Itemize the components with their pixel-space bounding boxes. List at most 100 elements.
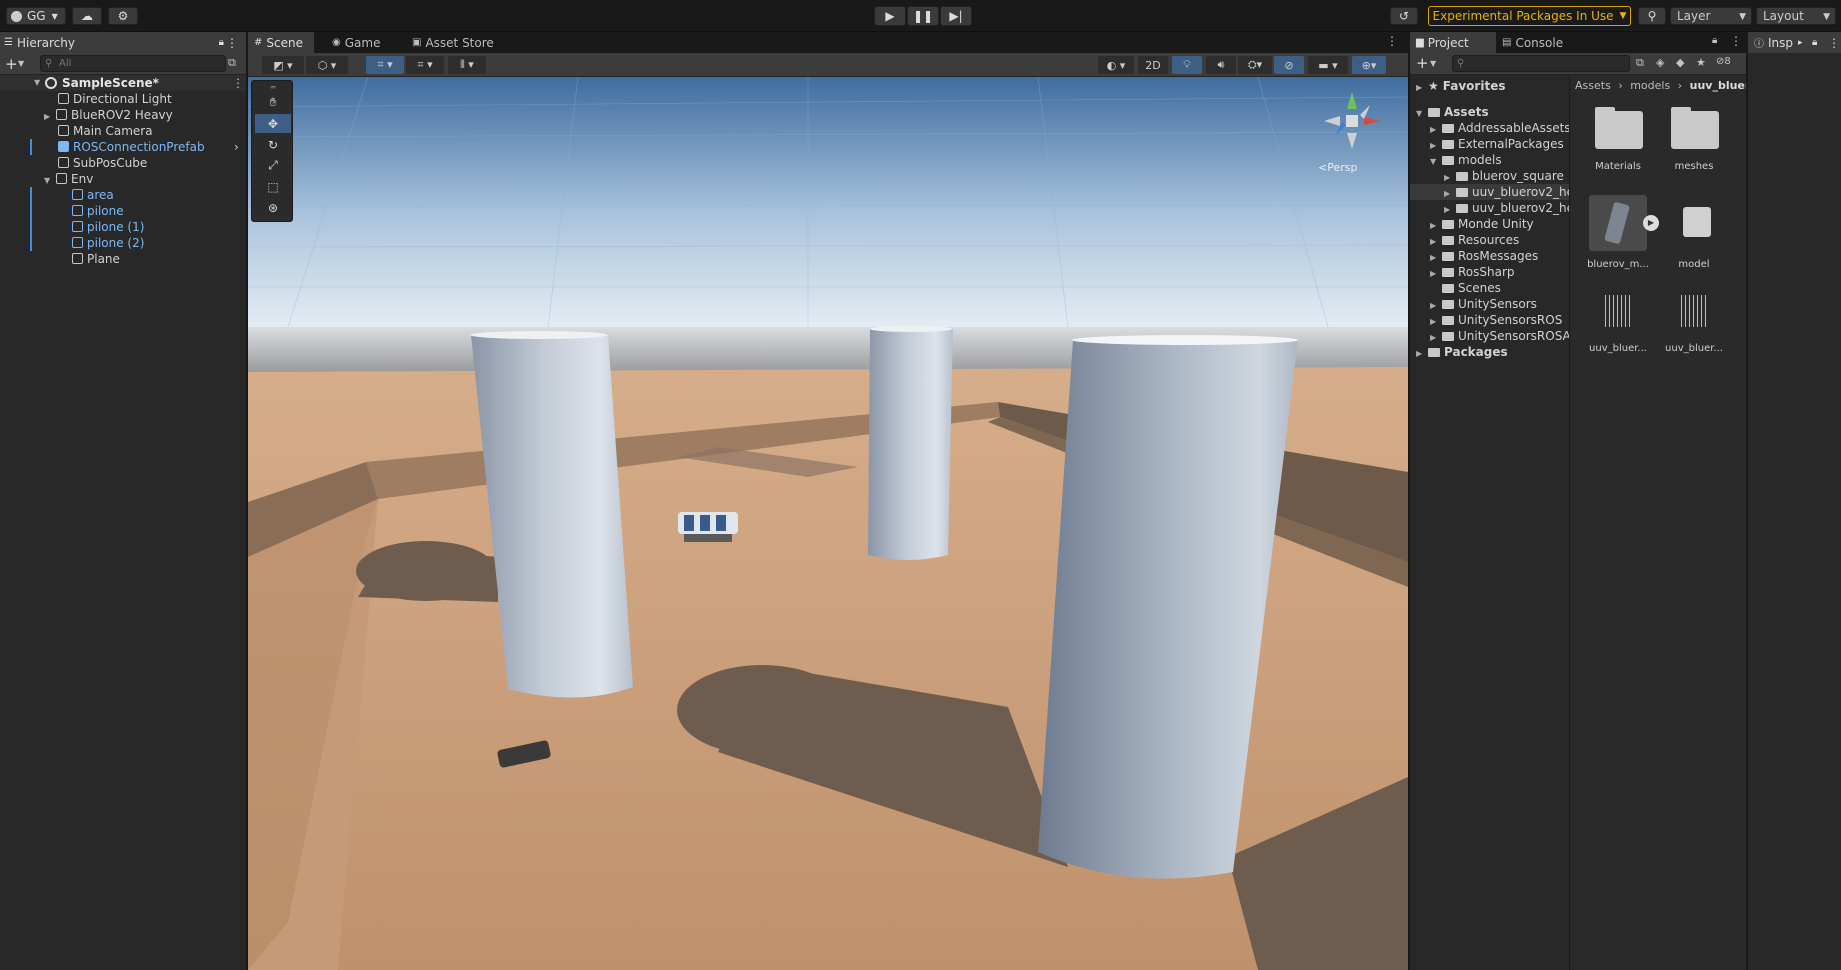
tab-hierarchy[interactable]: ☰ Hierarchy 🔒︎ ⋮: [0, 32, 246, 53]
tree-item[interactable]: ▶uuv_bluerov2_heavy: [1444, 200, 1569, 216]
lock-icon[interactable]: 🔒︎: [1812, 37, 1817, 48]
perspective-label[interactable]: <Persp: [1318, 161, 1357, 174]
camera-dropdown[interactable]: ▬ ▾: [1308, 56, 1348, 74]
audio-toggle[interactable]: 🔊︎: [1206, 56, 1236, 74]
list-item[interactable]: area: [72, 187, 114, 203]
packages-root-item[interactable]: ▶ Packages: [1416, 344, 1508, 360]
tree-item[interactable]: ▶ ExternalPackages: [1430, 136, 1564, 152]
add-icon[interactable]: +: [5, 55, 18, 73]
asset-tile[interactable]: meshes: [1659, 103, 1729, 183]
tab-asset-store[interactable]: ▣ Asset Store: [408, 32, 508, 53]
fold-open-icon[interactable]: ▼: [1416, 106, 1428, 122]
hidden-objects-toggle[interactable]: ⊘: [1274, 56, 1304, 74]
scene-row[interactable]: ▼ SampleScene* ⋮: [0, 75, 246, 91]
assets-root-item[interactable]: ▼ Assets: [1416, 104, 1489, 120]
increment-snap-dropdown[interactable]: ⌗ ▾: [406, 56, 444, 74]
fold-closed-icon[interactable]: ▶: [44, 109, 56, 125]
2d-toggle[interactable]: 2D: [1138, 56, 1168, 74]
layout-dropdown[interactable]: Layout ▼: [1756, 7, 1836, 25]
chevron-right-icon[interactable]: ›: [234, 139, 239, 155]
kebab-menu-icon[interactable]: ⋮: [1828, 36, 1840, 50]
tree-item[interactable]: ▶ Monde Unity: [1430, 216, 1534, 232]
tree-item[interactable]: ▶ Resources: [1430, 232, 1519, 248]
list-item[interactable]: Directional Light: [58, 91, 172, 107]
tab-scene[interactable]: # Scene: [248, 32, 314, 53]
breadcrumb-item[interactable]: models: [1630, 79, 1670, 92]
fold-closed-icon[interactable]: ▶: [1416, 346, 1428, 362]
tree-item[interactable]: ▶ RosSharp: [1430, 264, 1515, 280]
lighting-toggle[interactable]: 💡︎: [1172, 56, 1202, 74]
kebab-menu-icon[interactable]: ⋮: [1386, 34, 1398, 48]
project-search-input[interactable]: ⚲: [1452, 55, 1630, 72]
tab-game[interactable]: ◉ Game: [328, 32, 388, 53]
lock-icon[interactable]: 🔒︎: [1712, 35, 1717, 46]
cloud-button[interactable]: ☁: [72, 7, 102, 25]
asset-tile[interactable]: ▶ bluerov_m...: [1583, 195, 1659, 275]
render-mode-dropdown[interactable]: ◐ ▾: [1098, 56, 1134, 74]
scene-viewport[interactable]: ═ ✋︎ ✥ ↻ ⤢ ⬚ ⊛ <Persp: [248, 77, 1408, 970]
fold-open-icon[interactable]: ▼: [1430, 154, 1442, 170]
shading-dropdown[interactable]: ⬡ ▾: [306, 56, 348, 74]
play-circle-icon[interactable]: ▶: [1643, 215, 1659, 231]
rotate-tool-button[interactable]: ↻: [255, 135, 291, 154]
tree-item[interactable]: ▶AddressableAssetsData: [1430, 120, 1569, 136]
search-scope-icon[interactable]: ⧉: [1636, 56, 1644, 70]
gizmos-dropdown[interactable]: ⊕▾: [1352, 56, 1386, 74]
asset-tile[interactable]: uuv_bluer...: [1659, 285, 1729, 365]
breadcrumb-item[interactable]: uuv_bluerov2_heavy: [1690, 79, 1746, 92]
breadcrumb-item[interactable]: Assets: [1575, 79, 1611, 92]
chevron-right-icon[interactable]: ▸: [1798, 38, 1803, 48]
asset-tile[interactable]: Materials: [1583, 103, 1653, 183]
drag-handle[interactable]: ═: [255, 83, 291, 92]
draw-mode-dropdown[interactable]: ◩ ▾: [262, 56, 304, 74]
lock-icon[interactable]: 🔒︎: [219, 37, 224, 48]
effects-dropdown[interactable]: ⛭▾: [1238, 56, 1272, 74]
filter-type-icon[interactable]: ◈: [1656, 56, 1664, 69]
rect-tool-button[interactable]: ⬚: [255, 177, 291, 196]
tree-item[interactable]: ▶ UnitySensorsROS: [1430, 312, 1562, 328]
kebab-menu-icon[interactable]: ⋮: [1730, 34, 1742, 48]
list-item[interactable]: Main Camera: [58, 123, 153, 139]
tree-item-selected[interactable]: ▶uuv_bluerov2_heavy: [1444, 184, 1569, 200]
align-dropdown[interactable]: ⫴ ▾: [448, 56, 486, 74]
grid-snap-toggle[interactable]: ⌗ ▾: [366, 56, 404, 74]
asset-tile[interactable]: uuv_bluer...: [1583, 285, 1653, 365]
scale-tool-button[interactable]: ⤢: [255, 156, 291, 175]
chevron-down-icon[interactable]: ▼: [18, 59, 24, 68]
search-button[interactable]: ⚲: [1638, 7, 1666, 25]
favorite-star-icon[interactable]: ★: [1696, 56, 1706, 69]
add-icon[interactable]: +: [1416, 54, 1429, 72]
asset-tile[interactable]: model: [1659, 195, 1729, 275]
kebab-menu-icon[interactable]: ⋮: [226, 36, 238, 50]
tab-project[interactable]: ▆ Project: [1410, 32, 1496, 53]
collab-button[interactable]: ⚙: [108, 7, 138, 25]
list-item[interactable]: SubPosCube: [58, 155, 147, 171]
list-item[interactable]: Plane: [72, 251, 120, 267]
chevron-down-icon[interactable]: ▼: [1430, 59, 1436, 68]
move-tool-button[interactable]: ✥: [255, 114, 291, 133]
list-item[interactable]: ▼ Env: [44, 171, 93, 187]
layer-dropdown[interactable]: Layer ▼: [1670, 7, 1752, 25]
scene-visibility-icon[interactable]: ⧉: [228, 56, 236, 70]
pause-button[interactable]: ❚❚: [907, 6, 939, 26]
tree-item[interactable]: ▶ bluerov_square: [1444, 168, 1564, 184]
tab-inspector[interactable]: ⓘ Insp ▸ 🔒︎ ⋮: [1748, 32, 1841, 53]
kebab-menu-icon[interactable]: ⋮: [232, 75, 244, 91]
list-item[interactable]: ROSConnectionPrefab: [58, 139, 205, 155]
hierarchy-search-input[interactable]: ⚲ All: [40, 55, 226, 72]
tab-console[interactable]: ▤ Console: [1498, 32, 1578, 53]
list-item[interactable]: pilone (2): [72, 235, 144, 251]
tree-item[interactable]: ▶UnitySensorsROSAssets: [1430, 328, 1569, 344]
hidden-packages-icon[interactable]: ⊘8: [1716, 56, 1731, 67]
tree-item[interactable]: ▶ RosMessages: [1430, 248, 1538, 264]
favorites-item[interactable]: ▶ ★ Favorites: [1416, 78, 1505, 94]
experimental-packages-button[interactable]: Experimental Packages In Use ▼: [1428, 6, 1631, 26]
step-button[interactable]: ▶|: [940, 6, 972, 26]
list-item[interactable]: ▶ BlueROV2 Heavy: [44, 107, 173, 123]
tree-item[interactable]: ▶ UnitySensors: [1430, 296, 1537, 312]
undo-history-button[interactable]: ↺: [1390, 7, 1418, 25]
list-item[interactable]: pilone: [72, 203, 124, 219]
transform-tool-button[interactable]: ⊛: [255, 198, 291, 217]
orientation-gizmo[interactable]: <Persp: [1312, 87, 1392, 177]
tree-item[interactable]: ▼ models: [1430, 152, 1502, 168]
